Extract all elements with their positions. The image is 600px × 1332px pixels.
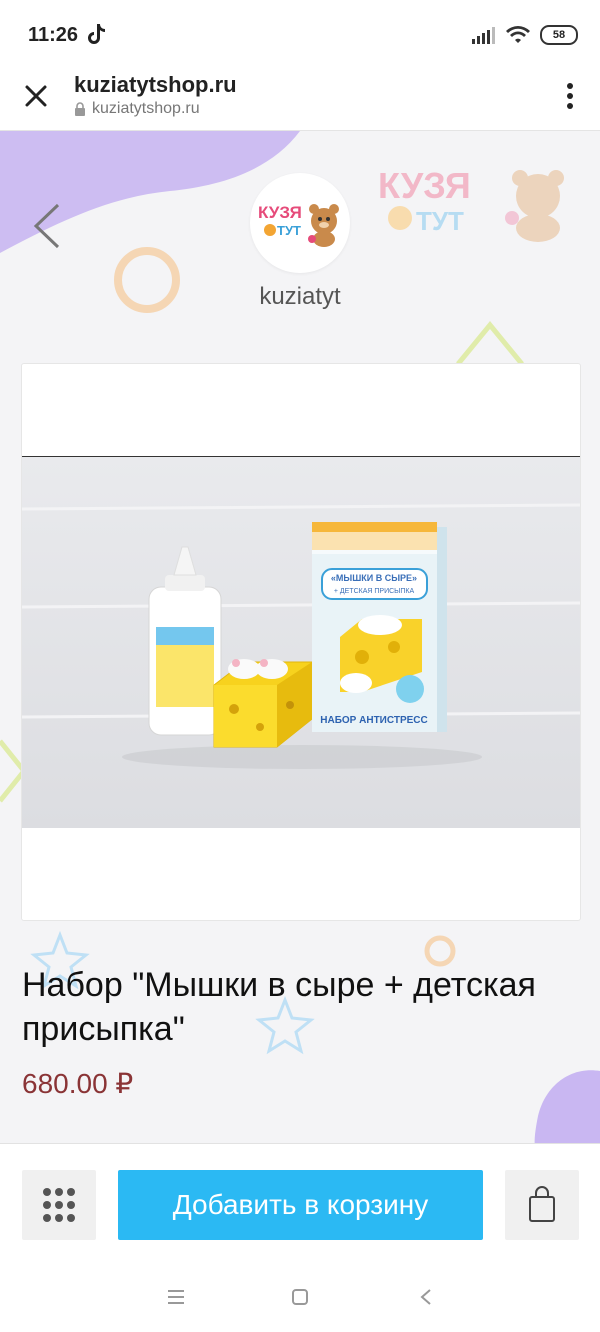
wifi-icon	[506, 26, 530, 43]
menu-lines-icon[interactable]	[166, 1289, 186, 1305]
url-text: kuziatytshop.ru	[92, 100, 200, 117]
card-header-area	[22, 364, 580, 457]
add-to-cart-button[interactable]: Добавить в корзину	[118, 1170, 483, 1240]
home-square-icon[interactable]	[291, 1288, 309, 1306]
product-title: Набор "Мышки в сыре + детская присыпка"	[22, 966, 536, 1048]
logo-text-bottom: ТУТ	[277, 223, 301, 238]
lock-icon	[75, 102, 85, 116]
page-title: kuziatytshop.ru	[74, 72, 237, 97]
box-title: «МЫШКИ В СЫРЕ»	[331, 573, 417, 583]
signal-icon	[472, 27, 495, 44]
product-photo[interactable]: «МЫШКИ В СЫРЕ» + ДЕТСКАЯ ПРИСЫПКА НАБОР …	[22, 457, 580, 828]
bottom-action-bar: Добавить в корзину	[0, 1143, 600, 1264]
url-line: kuziatytshop.ru	[74, 100, 200, 118]
shopping-bag-icon	[529, 1186, 555, 1222]
status-bar: 11:26 58	[0, 0, 600, 60]
box-footer: НАБОР АНТИСТРЕСС	[320, 715, 427, 726]
triangle-decoration	[456, 321, 524, 366]
page-content: КУЗЯ ТУТ kuziatyt КУЗЯ ТУТ «МЫШКИ В СЫРЕ…	[0, 131, 600, 1143]
grid-icon	[43, 1188, 75, 1222]
product-image-card[interactable]: «МЫШКИ В СЫРЕ» + ДЕТСКАЯ ПРИСЫПКА НАБОР …	[21, 363, 581, 921]
brand-logo-text-top: КУЗЯ	[378, 165, 471, 206]
catalog-grid-button[interactable]	[22, 1170, 96, 1240]
box-subtitle: + ДЕТСКАЯ ПРИСЫПКА	[334, 588, 415, 595]
system-nav-bar	[0, 1263, 600, 1332]
brand-logo-watermark: КУЗЯ ТУТ	[378, 156, 578, 244]
purple-blob-decoration	[534, 1070, 600, 1143]
product-price: 680.00 ₽	[22, 1068, 134, 1099]
store-name: kuziatyt	[259, 283, 341, 310]
browser-url-bar: kuziatytshop.ru kuziatytshop.ru	[0, 60, 600, 131]
close-icon[interactable]	[18, 78, 54, 114]
cart-button[interactable]	[505, 1170, 579, 1240]
battery-indicator: 58	[540, 25, 578, 45]
brand-logo-image: КУЗЯ ТУТ	[378, 165, 564, 242]
tiktok-icon	[88, 24, 105, 44]
status-time: 11:26	[28, 24, 79, 46]
back-triangle-icon[interactable]	[418, 1288, 434, 1306]
store-logo-icon: КУЗЯ ТУТ	[258, 203, 339, 247]
logo-text-top: КУЗЯ	[258, 203, 302, 222]
more-menu-icon[interactable]	[564, 78, 576, 114]
brand-logo-text-bottom: ТУТ	[416, 206, 464, 236]
back-arrow-icon[interactable]	[28, 201, 68, 251]
store-avatar[interactable]: КУЗЯ ТУТ	[250, 173, 350, 273]
